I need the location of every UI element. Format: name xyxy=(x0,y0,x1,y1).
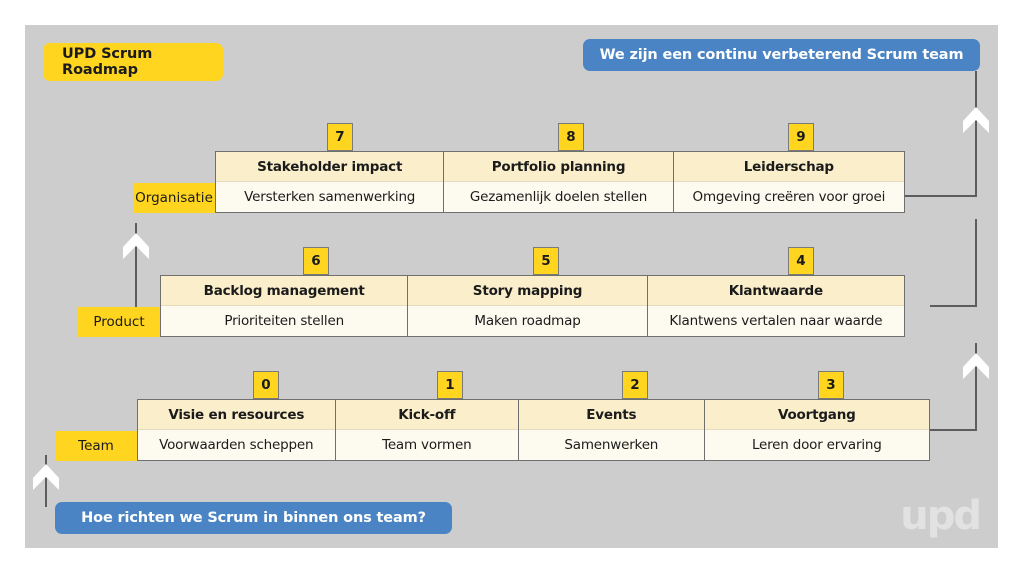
phase-card[interactable]: Kick-off Team vormen xyxy=(335,400,520,460)
lane-row-product: Backlog management Prioriteiten stellen … xyxy=(160,275,905,337)
flow-line-team-right xyxy=(930,429,977,431)
page-title-text: UPD Scrum Roadmap xyxy=(62,46,153,78)
phase-number-badge: 8 xyxy=(558,123,584,151)
phase-number-badge: 2 xyxy=(622,371,648,399)
vision-banner: We zijn een continu verbeterend Scrum te… xyxy=(583,39,980,71)
phase-title: Backlog management xyxy=(161,276,408,306)
vision-banner-text: We zijn een continu verbeterend Scrum te… xyxy=(599,47,964,63)
lane-row-team: Visie en resources Voorwaarden scheppen … xyxy=(137,399,930,461)
phase-number-badge: 5 xyxy=(533,247,559,275)
phase-subtitle: Leren door ervaring xyxy=(704,430,929,460)
lane-label-product: Product xyxy=(78,307,160,337)
lane-label-team-text: Team xyxy=(78,438,114,454)
chevron-up-icon-right-lower xyxy=(961,351,991,385)
chevron-up-icon-bottom-left xyxy=(31,462,61,496)
chevron-up-icon-left-product xyxy=(121,231,151,265)
phase-title: Events xyxy=(519,400,704,430)
phase-title: Klantwaarde xyxy=(647,276,904,306)
phase-card[interactable]: Leiderschap Omgeving creëren voor groei xyxy=(673,152,904,212)
phase-subtitle: Klantwens vertalen naar waarde xyxy=(647,306,904,336)
phase-card[interactable]: Backlog management Prioriteiten stellen xyxy=(161,276,409,336)
phase-title: Leiderschap xyxy=(673,152,904,182)
chevron-up-icon-right-upper xyxy=(961,105,991,139)
phase-subtitle: Versterken samenwerking xyxy=(216,182,444,212)
phase-title: Story mapping xyxy=(408,276,647,306)
flow-line-product-right xyxy=(930,305,977,307)
phase-title: Kick-off xyxy=(335,400,519,430)
question-banner: Hoe richten we Scrum in binnen ons team? xyxy=(55,502,452,534)
page-title: UPD Scrum Roadmap xyxy=(43,43,223,81)
phase-number-badge: 4 xyxy=(788,247,814,275)
phase-number-badge: 3 xyxy=(818,371,844,399)
phase-card[interactable]: Visie en resources Voorwaarden scheppen xyxy=(138,400,336,460)
phase-subtitle: Team vormen xyxy=(335,430,519,460)
lane-label-team: Team xyxy=(55,431,137,461)
upd-logo-text: upd xyxy=(900,493,982,539)
phase-subtitle: Omgeving creëren voor groei xyxy=(673,182,904,212)
phase-card[interactable]: Events Samenwerken xyxy=(519,400,705,460)
lane-label-product-text: Product xyxy=(93,314,145,330)
phase-title: Portfolio planning xyxy=(444,152,673,182)
phase-title: Stakeholder impact xyxy=(216,152,444,182)
diagram-canvas: UPD Scrum Roadmap We zijn een continu ve… xyxy=(25,25,998,548)
phase-card[interactable]: Story mapping Maken roadmap xyxy=(408,276,648,336)
phase-title: Visie en resources xyxy=(138,400,335,430)
lane-label-organisatie: Organisatie xyxy=(133,183,215,213)
phase-card[interactable]: Stakeholder impact Versterken samenwerki… xyxy=(216,152,445,212)
phase-card[interactable]: Portfolio planning Gezamenlijk doelen st… xyxy=(444,152,674,212)
phase-card[interactable]: Voortgang Leren door ervaring xyxy=(704,400,929,460)
upd-logo: upd xyxy=(900,493,982,539)
phase-subtitle: Gezamenlijk doelen stellen xyxy=(444,182,673,212)
phase-number-badge: 1 xyxy=(437,371,463,399)
phase-number-badge: 6 xyxy=(303,247,329,275)
phase-number-badge: 9 xyxy=(788,123,814,151)
phase-subtitle: Voorwaarden scheppen xyxy=(138,430,335,460)
lane-row-organisatie: Stakeholder impact Versterken samenwerki… xyxy=(215,151,905,213)
phase-subtitle: Samenwerken xyxy=(519,430,704,460)
phase-title: Voortgang xyxy=(704,400,929,430)
flow-line-org-right xyxy=(905,195,977,197)
question-banner-text: Hoe richten we Scrum in binnen ons team? xyxy=(81,510,426,526)
phase-number-badge: 7 xyxy=(327,123,353,151)
flow-line-product-up xyxy=(975,219,977,307)
phase-number-badge: 0 xyxy=(253,371,279,399)
phase-subtitle: Maken roadmap xyxy=(408,306,647,336)
phase-card[interactable]: Klantwaarde Klantwens vertalen naar waar… xyxy=(647,276,904,336)
phase-subtitle: Prioriteiten stellen xyxy=(161,306,408,336)
lane-label-organisatie-text: Organisatie xyxy=(135,190,213,206)
